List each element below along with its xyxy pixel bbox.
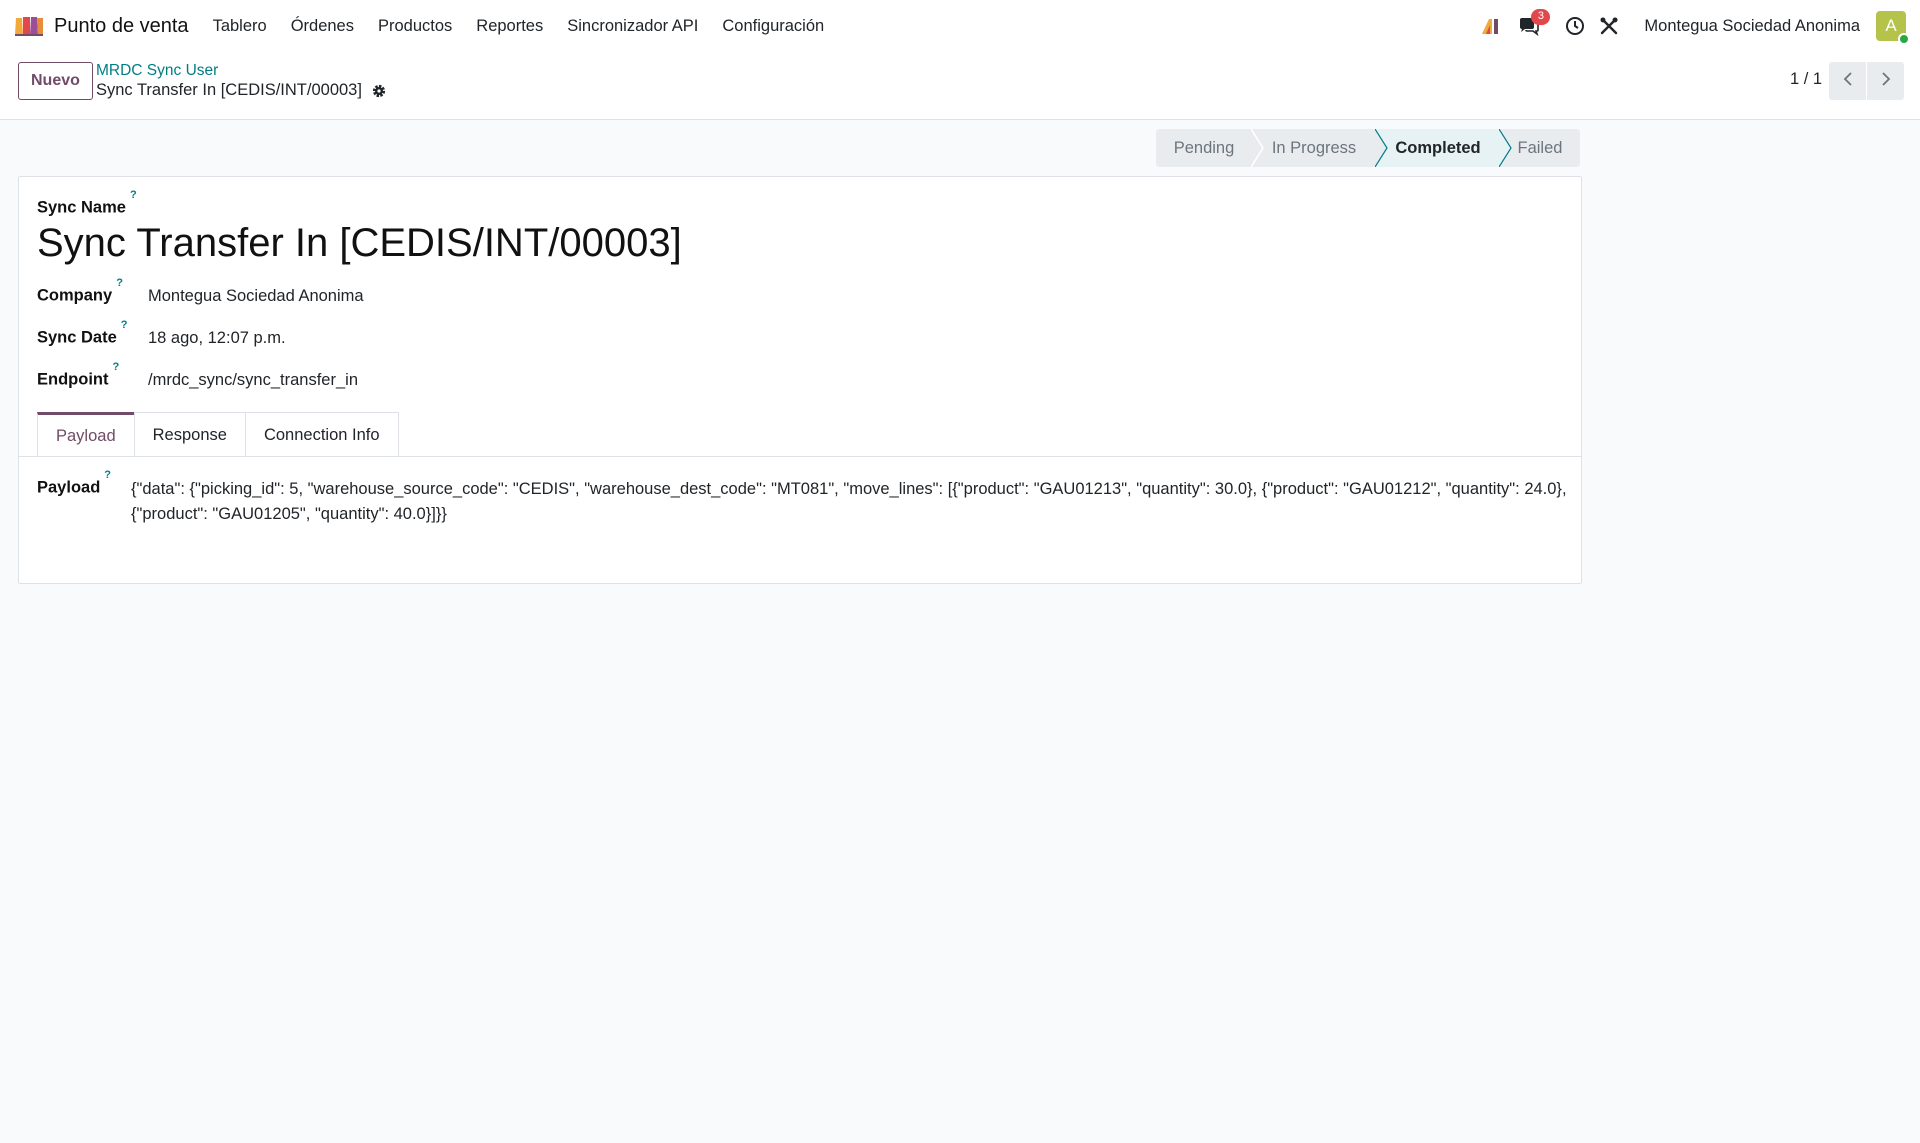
gear-icon[interactable] — [371, 83, 387, 99]
endpoint-label: Endpoint? — [37, 361, 119, 390]
help-icon[interactable]: ? — [121, 319, 128, 331]
stage-pending[interactable]: Pending — [1156, 129, 1252, 167]
tab-payload[interactable]: Payload — [37, 412, 135, 457]
company-switcher[interactable]: Montegua Sociedad Anonima — [1644, 17, 1860, 36]
pager-previous-button[interactable] — [1829, 62, 1866, 100]
company-label-text: Company — [37, 286, 113, 305]
menu-item-productos[interactable]: Productos — [378, 17, 452, 36]
chevron-right-icon — [1880, 71, 1892, 92]
help-icon[interactable]: ? — [116, 277, 123, 289]
avatar-letter: A — [1885, 16, 1897, 35]
systray: 3 Montegua Sociedad Anonima A — [1468, 9, 1910, 45]
stage-in-progress[interactable]: In Progress — [1251, 129, 1376, 167]
breadcrumb-parent[interactable]: MRDC Sync User — [96, 62, 218, 80]
menu-item-reportes[interactable]: Reportes — [476, 17, 543, 36]
sync-name-value[interactable]: Sync Transfer In [CEDIS/INT/00003] — [37, 221, 682, 266]
help-icon[interactable]: ? — [112, 361, 119, 373]
form-sheet: Sync Name? Sync Transfer In [CEDIS/INT/0… — [18, 176, 1582, 584]
company-label: Company? — [37, 277, 123, 306]
help-icon[interactable]: ? — [104, 469, 111, 481]
tools-icon[interactable] — [1598, 15, 1620, 37]
stage-divider — [1499, 129, 1512, 167]
stage-completed-label: Completed — [1395, 138, 1481, 157]
tab-response[interactable]: Response — [133, 412, 246, 457]
sync-date-label-text: Sync Date — [37, 328, 117, 347]
menu-item-ordenes[interactable]: Órdenes — [291, 17, 354, 36]
payload-value[interactable]: {"data": {"picking_id": 5, "warehouse_so… — [131, 477, 1571, 527]
stage-completed[interactable]: Completed — [1375, 129, 1500, 167]
stage-failed[interactable]: Failed — [1499, 129, 1580, 167]
stage-failed-label: Failed — [1517, 138, 1563, 157]
sync-date-label: Sync Date? — [37, 319, 128, 348]
endpoint-label-text: Endpoint — [37, 370, 109, 389]
stage-in-progress-label: In Progress — [1271, 138, 1357, 157]
notebook-tabs: Payload Response Connection Info — [37, 412, 399, 457]
sync-name-label-text: Sync Name — [37, 198, 126, 217]
endpoint-value[interactable]: /mrdc_sync/sync_transfer_in — [148, 371, 358, 390]
sync-name-label: Sync Name? — [37, 189, 137, 218]
menu-item-sincronizador[interactable]: Sincronizador API — [567, 17, 698, 36]
tabs-divider — [19, 456, 1581, 457]
sync-date-value[interactable]: 18 ago, 12:07 p.m. — [148, 329, 286, 348]
breadcrumb-current: Sync Transfer In [CEDIS/INT/00003] — [96, 81, 387, 100]
payload-label: Payload? — [37, 469, 111, 498]
breadcrumb-current-label: Sync Transfer In [CEDIS/INT/00003] — [96, 81, 362, 99]
messages-badge: 3 — [1531, 9, 1551, 25]
top-navbar: Punto de venta Tablero Órdenes Productos… — [0, 0, 1920, 52]
avatar[interactable]: A — [1876, 11, 1910, 45]
help-icon[interactable]: ? — [130, 189, 137, 201]
control-panel: Nuevo MRDC Sync User Sync Transfer In [C… — [0, 52, 1920, 120]
menu-item-configuracion[interactable]: Configuración — [722, 17, 824, 36]
stage-divider — [1251, 129, 1264, 167]
stage-divider — [1375, 129, 1388, 167]
pager-next-button[interactable] — [1867, 62, 1904, 100]
tab-connection-info[interactable]: Connection Info — [244, 412, 399, 457]
presence-status-icon — [1898, 33, 1910, 45]
app-logo-icon[interactable] — [14, 14, 44, 38]
new-button[interactable]: Nuevo — [18, 62, 93, 100]
ai-icon[interactable] — [1480, 15, 1502, 37]
payload-label-text: Payload — [37, 478, 101, 497]
pager-value[interactable]: 1 / 1 — [1790, 70, 1822, 89]
clock-icon[interactable] — [1564, 15, 1586, 37]
app-name[interactable]: Punto de venta — [54, 15, 189, 38]
company-value[interactable]: Montegua Sociedad Anonima — [148, 287, 364, 306]
menu-item-tablero[interactable]: Tablero — [213, 17, 267, 36]
stage-pending-label: Pending — [1173, 138, 1235, 157]
chevron-left-icon — [1842, 71, 1854, 92]
status-bar: Pending In Progress Completed Failed — [1156, 129, 1580, 167]
chat-icon[interactable]: 3 — [1518, 9, 1551, 37]
